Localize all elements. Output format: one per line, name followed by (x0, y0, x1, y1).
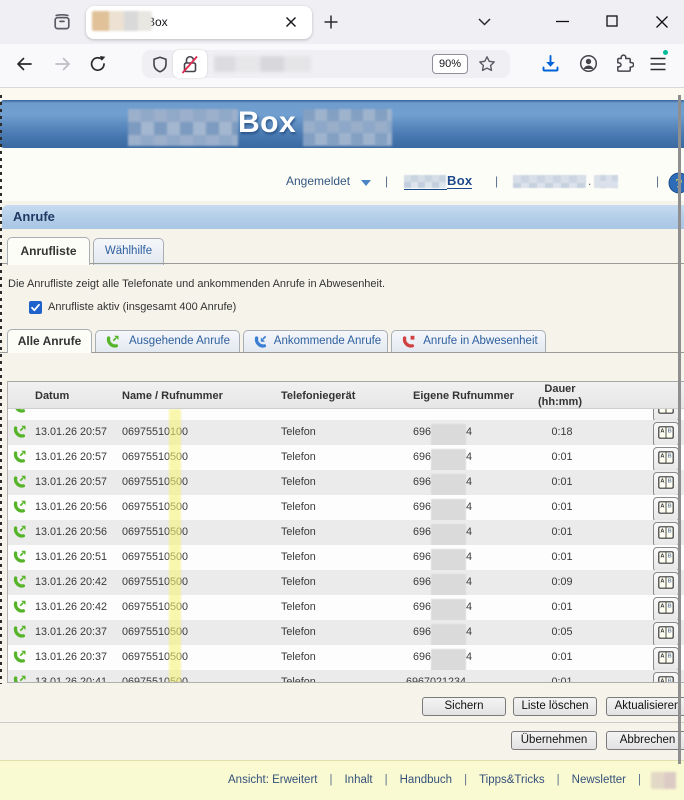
svg-text:A: A (660, 653, 664, 659)
svg-text:A: A (660, 453, 664, 459)
svg-text:A: A (660, 428, 664, 434)
svg-text:A: A (660, 478, 664, 484)
svg-text:A: A (660, 553, 664, 559)
svg-text:A: A (660, 603, 664, 609)
svg-text:B: B (668, 628, 672, 634)
svg-text:B: B (668, 653, 672, 659)
svg-text:B: B (668, 478, 672, 484)
svg-text:A: A (660, 528, 664, 534)
svg-text:B: B (668, 578, 672, 584)
svg-text:A: A (660, 578, 664, 584)
svg-text:B: B (668, 553, 672, 559)
svg-text:A: A (660, 678, 664, 683)
svg-text:B: B (668, 528, 672, 534)
svg-text:A: A (660, 628, 664, 634)
svg-text:A: A (660, 503, 664, 509)
svg-text:B: B (668, 678, 672, 683)
svg-text:B: B (668, 503, 672, 509)
svg-text:B: B (668, 453, 672, 459)
svg-text:B: B (668, 603, 672, 609)
svg-text:B: B (668, 428, 672, 434)
